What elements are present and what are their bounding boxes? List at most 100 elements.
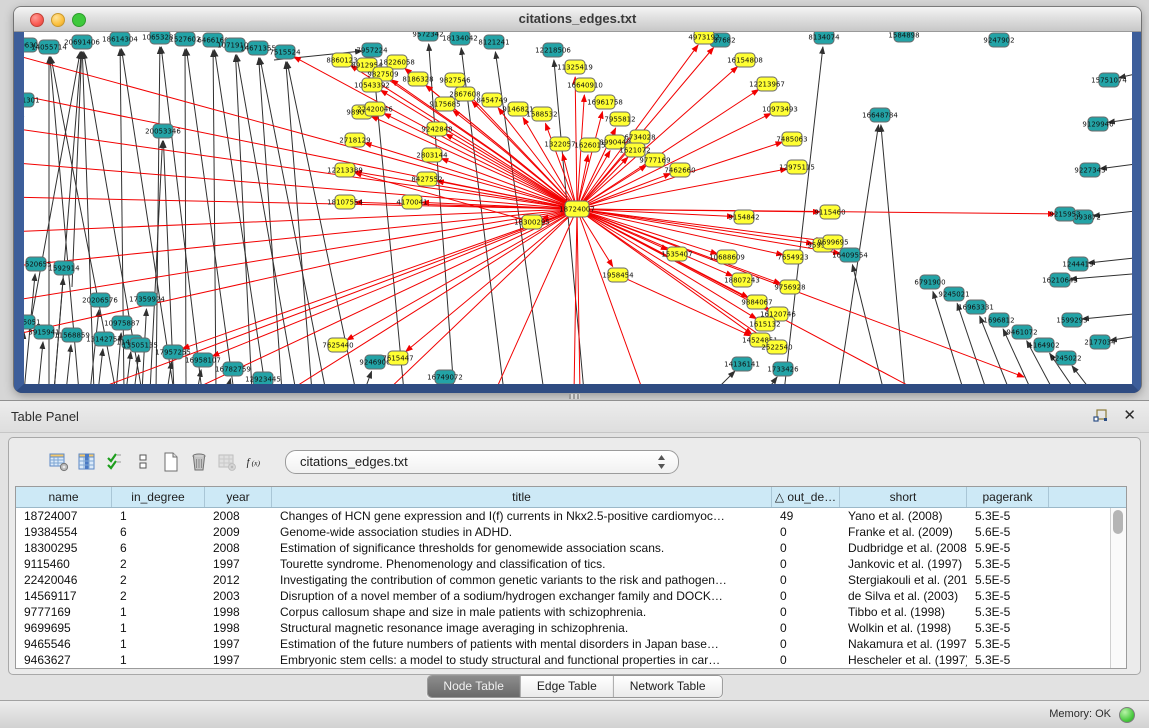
graph-node[interactable]: 16154808 <box>727 53 763 67</box>
graph-node[interactable]: 8134074 <box>808 32 840 44</box>
selection-checkmarks-icon[interactable] <box>105 451 125 473</box>
graph-node[interactable]: 9247902 <box>983 33 1014 47</box>
row-height-icon[interactable] <box>133 451 153 473</box>
network-canvas[interactable]: 1872400776063021405571420691406186143041… <box>24 32 1132 384</box>
graph-node[interactable]: 1244419 <box>1062 257 1093 271</box>
table-cell: 5.3E-5 <box>967 620 1049 636</box>
table-row[interactable]: 1872400712008Changes of HCN gene express… <box>16 508 1126 524</box>
graph-node[interactable]: 18107554 <box>327 195 363 209</box>
graph-node[interactable]: 18300295 <box>514 215 550 229</box>
column-header-title[interactable]: title <box>272 487 772 507</box>
import-table-icon[interactable] <box>217 451 237 473</box>
table-options-icon[interactable] <box>49 451 69 473</box>
graph-node[interactable]: 12213389 <box>327 163 363 177</box>
memory-ok-indicator[interactable] <box>1119 707 1135 723</box>
graph-node[interactable]: 20691406 <box>64 35 100 49</box>
graph-node[interactable]: 1164902 <box>1028 338 1059 352</box>
graph-node[interactable]: 16210643 <box>1042 273 1078 287</box>
graph-node[interactable]: 10688609 <box>709 250 745 264</box>
network-view-window[interactable]: citations_edges.txt 18724007760630214055… <box>14 7 1141 392</box>
graph-node[interactable]: 20053346 <box>145 124 181 138</box>
split-pane-grip[interactable] <box>569 394 580 399</box>
table-row[interactable]: 1830029562008Estimation of significance … <box>16 540 1126 556</box>
new-column-icon[interactable] <box>161 451 181 473</box>
graph-node[interactable]: 1584898 <box>888 32 919 42</box>
table-row[interactable]: 911546021997Tourette syndrome. Phenomeno… <box>16 556 1126 572</box>
graph-node[interactable]: 7955812 <box>604 112 635 126</box>
table-row[interactable]: 1938455462009Genome-wide association stu… <box>16 524 1126 540</box>
column-header-pagerank[interactable]: pagerank <box>967 487 1049 507</box>
graph-node[interactable]: 11325419 <box>557 60 593 74</box>
table-source-select[interactable]: citations_edges.txt <box>285 450 679 474</box>
table-row[interactable]: 946554611997Estimation of the future num… <box>16 636 1126 652</box>
graph-node[interactable]: 9245021 <box>938 287 969 301</box>
table-row[interactable]: 977716911998Corpus callosum shape and si… <box>16 604 1126 620</box>
graph-node[interactable]: 2177034 <box>1084 335 1116 349</box>
column-header-out_de[interactable]: △ out_de… <box>772 487 840 507</box>
graph-node[interactable]: 9115460 <box>814 205 845 219</box>
graph-node[interactable]: 9827546 <box>439 73 471 87</box>
graph-node[interactable]: 1599293 <box>1056 313 1087 327</box>
graph-node[interactable]: 10973493 <box>762 102 798 116</box>
graph-node[interactable]: 12218506 <box>535 43 571 57</box>
graph-node[interactable]: 14136141 <box>724 357 760 371</box>
graph-node[interactable]: 10975887 <box>104 316 140 330</box>
scrollbar-thumb[interactable] <box>1113 510 1123 534</box>
close-panel-icon[interactable]: ✕ <box>1123 406 1136 424</box>
window-titlebar[interactable]: citations_edges.txt <box>14 7 1141 32</box>
column-visibility-icon[interactable] <box>77 451 97 473</box>
graph-node[interactable]: 17359924 <box>129 292 165 306</box>
graph-node[interactable]: 7625440 <box>322 338 353 352</box>
graph-node[interactable]: 7957224 <box>356 43 388 57</box>
graph-node[interactable]: 16963331 <box>958 300 994 314</box>
column-header-name[interactable]: name <box>16 487 112 507</box>
float-panel-icon[interactable] <box>1093 408 1109 424</box>
delete-column-icon[interactable] <box>189 451 209 473</box>
graph-node[interactable]: 2803144 <box>416 148 448 162</box>
graph-node[interactable]: 9227343 <box>1074 163 1105 177</box>
graph-node[interactable]: 15751074 <box>1091 73 1127 87</box>
graph-node[interactable]: 18134042 <box>442 32 478 45</box>
table-vertical-scrollbar[interactable] <box>1110 508 1126 668</box>
graph-node[interactable]: 16961758 <box>587 95 623 109</box>
graph-node[interactable]: 4170041 <box>396 195 427 209</box>
graph-node[interactable]: 7485063 <box>776 132 807 146</box>
graph-node[interactable]: 12923445 <box>245 372 281 384</box>
graph-node[interactable]: 9154842 <box>728 210 759 224</box>
table-row[interactable]: 2242004622012Investigating the contribut… <box>16 572 1126 588</box>
graph-node[interactable]: 1322057 <box>544 137 575 151</box>
graph-node[interactable]: 6791900 <box>914 275 945 289</box>
graph-node[interactable]: 12213967 <box>749 77 785 91</box>
table-row[interactable]: 1456911722003Disruption of a novel membe… <box>16 588 1126 604</box>
citation-graph[interactable]: 1872400776063021405571420691406186143041… <box>24 32 1132 384</box>
graph-node[interactable]: 8121241 <box>478 35 509 49</box>
graph-node[interactable]: 9572342 <box>412 32 443 41</box>
graph-node[interactable]: 9756928 <box>774 280 805 294</box>
graph-node[interactable]: 16749072 <box>427 370 463 384</box>
tab-node-table[interactable]: Node Table <box>427 676 521 697</box>
tab-network-table[interactable]: Network Table <box>614 676 722 697</box>
table-row[interactable]: 969969511998Structural magnetic resonanc… <box>16 620 1126 636</box>
graph-node[interactable]: 8186328 <box>402 72 433 86</box>
graph-node[interactable]: 18614304 <box>102 32 138 46</box>
graph-node[interactable]: 16648784 <box>862 108 898 122</box>
graph-node[interactable]: 9461072 <box>1006 325 1037 339</box>
column-header-short[interactable]: short <box>840 487 967 507</box>
graph-node[interactable]: 1592914 <box>48 261 80 275</box>
function-builder-icon[interactable]: f (x) <box>245 451 265 473</box>
graph-node[interactable]: 9245022 <box>1050 351 1081 365</box>
graph-node[interactable]: 1733426 <box>767 362 799 376</box>
graph-node[interactable]: 20206576 <box>82 293 118 307</box>
graph-node[interactable]: 16409554 <box>832 248 868 262</box>
graph-node[interactable]: 2051301 <box>24 93 40 107</box>
graph-node[interactable]: 7654923 <box>777 250 808 264</box>
table-row[interactable]: 946362711997Embryonic stem cells: a mode… <box>16 652 1126 668</box>
graph-node[interactable]: 16640910 <box>567 78 603 92</box>
column-header-year[interactable]: year <box>205 487 272 507</box>
graph-node[interactable]: 7462660 <box>664 163 695 177</box>
tab-edge-table[interactable]: Edge Table <box>521 676 614 697</box>
graph-node[interactable]: 9129946 <box>1082 117 1114 131</box>
column-header-in_degree[interactable]: in_degree <box>112 487 205 507</box>
graph-node[interactable]: 1696812 <box>983 313 1014 327</box>
graph-nodes[interactable]: 1872400776063021405571420691406186143041… <box>24 32 1127 384</box>
